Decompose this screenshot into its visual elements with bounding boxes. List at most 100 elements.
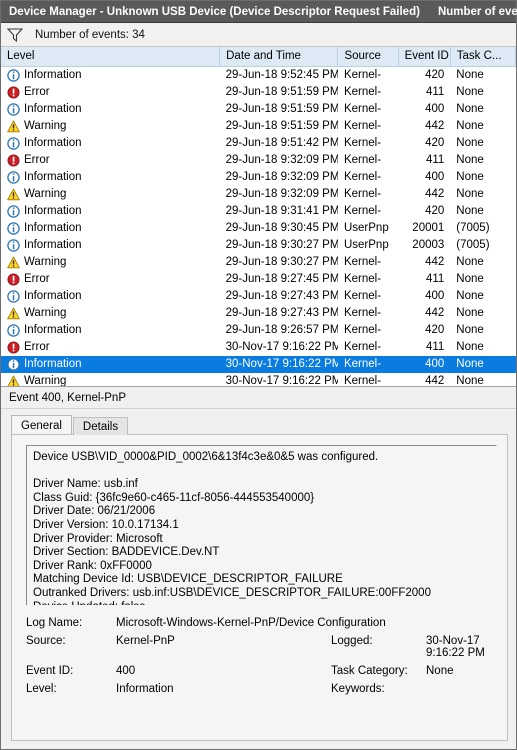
cell-task-category: None: [456, 255, 484, 268]
detail-tabstrip: General Details: [1, 413, 516, 435]
event-table-header: Level Date and Time Source Event ID Task…: [1, 47, 516, 67]
cell-source: Kernel-: [343, 187, 382, 200]
column-header-event-id[interactable]: Event ID: [398, 47, 451, 67]
cell-source: Kernel-: [343, 323, 382, 336]
information-icon: [7, 289, 20, 303]
cell-level: Warning: [1, 373, 220, 387]
event-description[interactable]: Device USB\VID_0000&PID_0002\6&13f4c3e&0…: [26, 445, 497, 605]
cell-level: Warning: [1, 118, 220, 135]
table-row[interactable]: Warning 30-Nov-17 9:16:22 PM Kernel- 442 Non…: [1, 373, 516, 387]
cell-task-category: None: [456, 119, 484, 132]
cell-event-id: 420: [425, 136, 445, 149]
table-row[interactable]: Warning 29-Jun-18 9:30:27 PM Kernel- 442 Non…: [1, 254, 516, 271]
cell-task-category: None: [450, 355, 516, 373]
cell-event-id: 411: [425, 153, 445, 166]
table-row[interactable]: Error 29-Jun-18 9:27:45 PM Kernel- 411 None: [1, 271, 516, 288]
information-icon: [7, 357, 20, 371]
cell-event-id: 411: [425, 272, 445, 285]
cell-event-id: 400: [425, 289, 445, 302]
cell-source: Kernel-: [343, 119, 382, 132]
event-table-body: Information 29-Jun-18 9:52:45 PM Kernel- 42…: [1, 66, 516, 387]
level-text: Information: [24, 204, 82, 217]
cell-source: UserPnp: [343, 221, 389, 234]
tab-general[interactable]: General: [11, 415, 72, 434]
cell-task-category: None: [456, 187, 484, 200]
information-icon: [7, 238, 20, 252]
table-row[interactable]: Information 29-Jun-18 9:31:41 PM Kernel- 42…: [1, 203, 516, 220]
cell-event-id: 420: [425, 323, 445, 336]
cell-date: 29-Jun-18 9:30:45 PM: [225, 221, 338, 234]
table-row[interactable]: Information 29-Jun-18 9:32:09 PM Kernel- 40…: [1, 169, 516, 186]
cell-date: 30-Nov-17 9:16:22 PM: [225, 374, 338, 387]
warning-icon: [7, 188, 20, 200]
cell-source: Kernel-: [343, 68, 382, 81]
table-row[interactable]: Error 30-Nov-17 9:16:22 PM Kernel- 411 None: [1, 339, 516, 356]
cell-task-category: None: [456, 289, 484, 302]
table-row[interactable]: Information 29-Jun-18 9:27:43 PM Kernel- 40…: [1, 288, 516, 305]
level-label: Level:: [26, 683, 57, 695]
table-row[interactable]: Information 29-Jun-18 9:30:27 PM UserPnp 20…: [1, 237, 516, 254]
cell-date: 29-Jun-18 9:27:45 PM: [225, 272, 338, 285]
cell-level: Warning: [1, 305, 220, 322]
error-icon: [7, 341, 20, 353]
event-list[interactable]: Level Date and Time Source Event ID Task…: [1, 47, 516, 387]
level-text: Information: [24, 238, 82, 251]
table-row[interactable]: Warning 29-Jun-18 9:32:09 PM Kernel- 442 Non…: [1, 186, 516, 203]
cell-event-id: 400: [398, 355, 451, 373]
column-header-source[interactable]: Source: [337, 47, 399, 67]
cell-task-category: (7005): [456, 221, 490, 234]
cell-source: Kernel-: [343, 255, 382, 268]
window-title-event-count: Number of events: 34: [437, 5, 517, 18]
logged-label: Logged:: [331, 635, 373, 647]
cell-date: 29-Jun-18 9:30:27 PM: [225, 238, 338, 251]
cell-task-category: None: [456, 68, 484, 81]
table-row[interactable]: Information 29-Jun-18 9:52:45 PM Kernel- 42…: [1, 66, 516, 84]
cell-level: Information: [1, 288, 220, 305]
filter-bar[interactable]: Number of events: 34: [1, 23, 516, 47]
cell-task-category: None: [456, 204, 484, 217]
cell-task-category: None: [456, 153, 484, 166]
cell-date: 29-Jun-18 9:52:45 PM: [225, 68, 338, 81]
table-row[interactable]: Error 29-Jun-18 9:32:09 PM Kernel- 411 None: [1, 152, 516, 169]
cell-date: 29-Jun-18 9:32:09 PM: [225, 187, 338, 200]
column-header-level[interactable]: Level: [1, 47, 221, 67]
cell-task-category: (7005): [456, 238, 490, 251]
cell-task-category: None: [456, 136, 484, 149]
cell-date: 29-Jun-18 9:51:42 PM: [225, 136, 338, 149]
column-header-task-category[interactable]: Task C...: [450, 47, 516, 67]
level-text: Information: [24, 136, 82, 149]
level-text: Error: [24, 340, 50, 353]
table-row[interactable]: Information 29-Jun-18 9:26:57 PM Kernel- 42…: [1, 322, 516, 339]
cell-event-id: 411: [425, 340, 445, 353]
cell-task-category: None: [456, 102, 484, 115]
table-row[interactable]: Information 30-Nov-17 9:16:22 PM Kernel- 40…: [1, 355, 516, 373]
table-row[interactable]: Information 29-Jun-18 9:30:45 PM UserPnp 20…: [1, 220, 516, 237]
cell-event-id: 442: [425, 306, 445, 319]
level-text: Warning: [24, 374, 67, 387]
table-row[interactable]: Error 29-Jun-18 9:51:59 PM Kernel- 411 None: [1, 84, 516, 101]
cell-source: Kernel-: [343, 102, 382, 115]
level-text: Information: [24, 357, 82, 370]
log-name-label: Log Name:: [26, 617, 83, 629]
tab-details[interactable]: Details: [72, 417, 129, 435]
event-detail-pane: Event 400, Kernel-PnP General Details De…: [1, 387, 516, 749]
information-icon: [7, 68, 20, 82]
information-icon: [7, 102, 20, 116]
cell-date: 29-Jun-18 9:51:59 PM: [225, 102, 338, 115]
cell-level: Information: [1, 220, 220, 237]
table-row[interactable]: Warning 29-Jun-18 9:51:59 PM Kernel- 442 Non…: [1, 118, 516, 135]
cell-event-id: 400: [425, 102, 445, 115]
level-value: Information: [116, 683, 174, 695]
cell-level: Warning: [1, 254, 220, 271]
level-text: Warning: [24, 187, 67, 200]
table-row[interactable]: Information 29-Jun-18 9:51:59 PM Kernel- 40…: [1, 101, 516, 118]
level-text: Error: [24, 272, 50, 285]
table-row[interactable]: Information 29-Jun-18 9:51:42 PM Kernel- 42…: [1, 135, 516, 152]
cell-source: Kernel-: [343, 374, 382, 387]
table-row[interactable]: Warning 29-Jun-18 9:27:43 PM Kernel- 442 Non…: [1, 305, 516, 322]
cell-date: 29-Jun-18 9:51:59 PM: [225, 119, 338, 132]
cell-event-id: 442: [425, 255, 445, 268]
cell-level: Information: [1, 66, 220, 84]
level-text: Information: [24, 170, 82, 183]
column-header-date[interactable]: Date and Time: [219, 47, 339, 67]
